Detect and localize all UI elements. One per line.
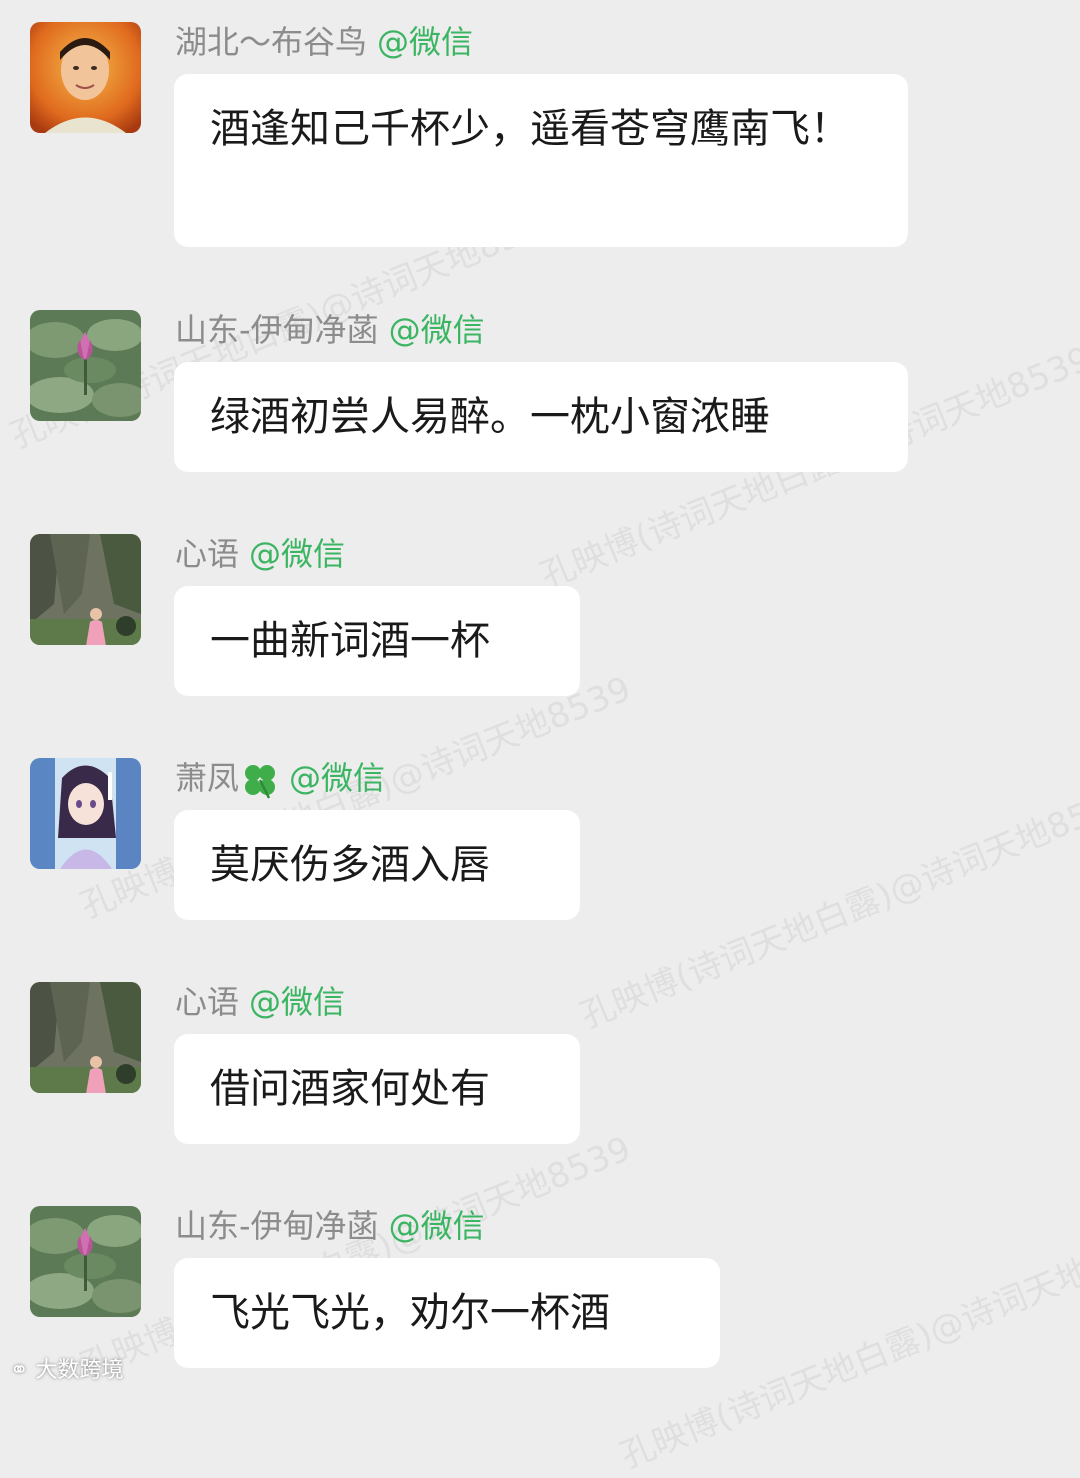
sender-label: 心语 [175, 983, 240, 1021]
wechat-tag: @微信 [377, 23, 474, 61]
message-text: 绿酒初尝人易醉。一枕小窗浓睡 [210, 394, 770, 440]
sender-name: 山东-伊甸净菡 @微信 [175, 310, 485, 350]
wechat-tag: @微信 [249, 983, 346, 1021]
sender-name: 心语 @微信 [175, 534, 345, 574]
message-text: 飞光飞光，劝尔一杯酒 [210, 1290, 610, 1336]
four-leaf-clover-icon [245, 765, 276, 799]
message-text: 酒逢知己千杯少，遥看苍穹鹰南飞！ [210, 106, 850, 152]
lotus-avatar[interactable] [30, 1206, 141, 1317]
logo-icon: ⚭ [10, 1358, 29, 1383]
sender-label: 山东-伊甸净菡 [175, 1207, 379, 1245]
rock-landscape-avatar[interactable] [30, 982, 141, 1093]
sender-label: 萧凤 [175, 759, 240, 797]
lotus-avatar[interactable] [30, 310, 141, 421]
man-portrait-avatar[interactable] [30, 22, 141, 133]
sender-name: 山东-伊甸净菡 @微信 [175, 1206, 485, 1246]
message-bubble[interactable]: 一曲新词酒一杯 [174, 586, 580, 696]
message-text: 一曲新词酒一杯 [210, 618, 490, 664]
sender-name: 心语 @微信 [175, 982, 345, 1022]
message-bubble[interactable]: 莫厌伤多酒入唇 [174, 810, 580, 920]
wechat-tag: @微信 [388, 311, 485, 349]
logo-text: 大数跨境 [35, 1358, 124, 1383]
wechat-tag: @微信 [289, 759, 386, 797]
sender-label: 心语 [175, 535, 240, 573]
message-bubble[interactable]: 借问酒家何处有 [174, 1034, 580, 1144]
sender-label: 湖北～布谷鸟 [175, 23, 368, 61]
message-bubble[interactable]: 飞光飞光，劝尔一杯酒 [174, 1258, 720, 1368]
chat-message: 湖北～布谷鸟 @微信 酒逢知己千杯少，遥看苍穹鹰南飞！ [30, 22, 1080, 252]
rock-landscape-avatar[interactable] [30, 534, 141, 645]
chat-message: 心语 @微信 一曲新词酒一杯 [30, 534, 1080, 696]
message-bubble[interactable]: 绿酒初尝人易醉。一枕小窗浓睡 [174, 362, 908, 472]
footer-logo: ⚭ 大数跨境 [10, 1356, 123, 1386]
sender-name: 萧凤 @微信 [175, 758, 386, 799]
wechat-tag: @微信 [249, 535, 346, 573]
message-text: 借问酒家何处有 [210, 1066, 490, 1112]
chat-message: 山东-伊甸净菡 @微信 绿酒初尝人易醉。一枕小窗浓睡 [30, 310, 1080, 472]
sender-name: 湖北～布谷鸟 @微信 [175, 22, 473, 62]
message-text: 莫厌伤多酒入唇 [210, 842, 490, 888]
sender-label: 山东-伊甸净菡 [175, 311, 379, 349]
chat-message: 心语 @微信 借问酒家何处有 [30, 982, 1080, 1144]
chat-message: 山东-伊甸净菡 @微信 飞光飞光，劝尔一杯酒 [30, 1206, 1080, 1371]
message-bubble[interactable]: 酒逢知己千杯少，遥看苍穹鹰南飞！ [174, 74, 908, 247]
wechat-tag: @微信 [388, 1207, 485, 1245]
anime-girl-avatar[interactable] [30, 758, 141, 869]
chat-message: 萧凤 @微信 莫厌伤多酒入唇 [30, 758, 1080, 920]
